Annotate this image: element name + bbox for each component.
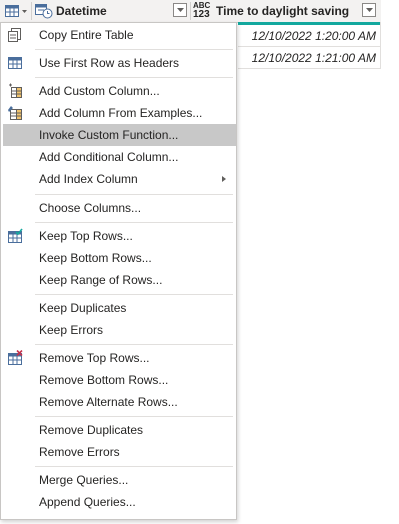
table-row[interactable]: 12/10/2022 1:21:00 AM	[238, 47, 381, 69]
menu-item-label: Add Index Column	[39, 172, 138, 186]
table-icon	[5, 5, 27, 17]
menu-item-merge-queries[interactable]: Merge Queries...	[3, 469, 236, 491]
menu-item-label: Merge Queries...	[39, 473, 129, 487]
menu-item-add-index-column[interactable]: Add Index Column	[3, 168, 236, 190]
menu-item-add-conditional-column[interactable]: Add Conditional Column...	[3, 146, 236, 168]
menu-separator	[35, 466, 233, 467]
table-cell[interactable]: 12/10/2022 1:20:00 AM	[252, 29, 376, 43]
column-name-time-to-daylight-saving[interactable]: Time to daylight saving	[216, 4, 349, 18]
menu-separator	[35, 49, 233, 50]
menu-item-label: Keep Duplicates	[39, 301, 127, 315]
keep-rows-icon	[8, 228, 23, 243]
menu-item-label: Keep Bottom Rows...	[39, 251, 152, 265]
menu-item-remove-bottom-rows[interactable]: Remove Bottom Rows...	[3, 369, 236, 391]
table-context-menu: Copy Entire Table Use First Row as Heade…	[0, 22, 237, 520]
menu-item-label: Keep Top Rows...	[39, 229, 133, 243]
copy-table-icon	[8, 28, 21, 42]
menu-item-label: Keep Errors	[39, 323, 104, 337]
menu-item-keep-errors[interactable]: Keep Errors	[3, 319, 236, 341]
menu-item-keep-top-rows[interactable]: Keep Top Rows...	[3, 225, 236, 247]
column-border	[380, 22, 381, 68]
column-separator	[31, 2, 32, 20]
menu-item-copy-entire-table[interactable]: Copy Entire Table	[3, 24, 236, 46]
table-cell[interactable]: 12/10/2022 1:21:00 AM	[252, 51, 376, 65]
menu-item-label: Keep Range of Rows...	[39, 273, 163, 287]
table-menu-button[interactable]	[4, 3, 30, 19]
menu-item-invoke-custom-function[interactable]: Invoke Custom Function...	[3, 124, 236, 146]
power-query-editor: Datetime ABC 123 Time to daylight saving…	[0, 0, 399, 524]
table-row[interactable]: 12/10/2022 1:20:00 AM	[238, 25, 381, 47]
menu-item-keep-range-of-rows[interactable]: Keep Range of Rows...	[3, 269, 236, 291]
menu-item-label: Invoke Custom Function...	[39, 128, 179, 142]
column-name-datetime[interactable]: Datetime	[56, 4, 107, 18]
any-type-icon[interactable]: ABC 123	[193, 2, 210, 20]
menu-item-remove-alternate-rows[interactable]: Remove Alternate Rows...	[3, 391, 236, 413]
menu-item-label: Use First Row as Headers	[39, 56, 180, 70]
chevron-down-icon	[177, 8, 184, 12]
menu-item-add-custom-column[interactable]: Add Custom Column...	[3, 80, 236, 102]
menu-item-label: Remove Alternate Rows...	[39, 395, 178, 409]
menu-item-label: Remove Top Rows...	[39, 351, 150, 365]
menu-separator	[35, 222, 233, 223]
menu-item-remove-duplicates[interactable]: Remove Duplicates	[3, 419, 236, 441]
menu-item-keep-bottom-rows[interactable]: Keep Bottom Rows...	[3, 247, 236, 269]
menu-separator	[35, 416, 233, 417]
menu-item-label: Append Queries...	[39, 495, 136, 509]
chevron-down-icon	[22, 10, 27, 13]
menu-item-remove-errors[interactable]: Remove Errors	[3, 441, 236, 463]
menu-separator	[35, 77, 233, 78]
datetime-filter-button[interactable]	[173, 3, 187, 17]
chevron-down-icon	[366, 8, 373, 12]
menu-separator	[35, 194, 233, 195]
menu-item-label: Add Column From Examples...	[39, 106, 203, 120]
remove-rows-icon	[8, 350, 23, 365]
menu-separator	[35, 344, 233, 345]
menu-item-add-column-from-examples[interactable]: Add Column From Examples...	[3, 102, 236, 124]
menu-item-label: Remove Duplicates	[39, 423, 144, 437]
menu-item-label: Choose Columns...	[39, 201, 142, 215]
chevron-right-icon	[222, 176, 226, 182]
menu-item-label: Add Custom Column...	[39, 84, 160, 98]
menu-item-label: Copy Entire Table	[39, 28, 134, 42]
menu-item-label: Remove Errors	[39, 445, 120, 459]
menu-item-keep-duplicates[interactable]: Keep Duplicates	[3, 297, 236, 319]
type-label-123: 123	[193, 9, 210, 20]
menu-item-use-first-row-as-headers[interactable]: Use First Row as Headers	[3, 52, 236, 74]
menu-item-label: Add Conditional Column...	[39, 150, 179, 164]
menu-separator	[35, 294, 233, 295]
menu-item-label: Remove Bottom Rows...	[39, 373, 169, 387]
column-separator	[190, 2, 191, 20]
time-to-daylight-saving-filter-button[interactable]	[362, 3, 376, 17]
datetime-type-icon[interactable]	[35, 3, 53, 22]
menu-item-remove-top-rows[interactable]: Remove Top Rows...	[3, 347, 236, 369]
menu-item-append-queries[interactable]: Append Queries...	[3, 491, 236, 513]
column-header-bar: Datetime ABC 123 Time to daylight saving	[0, 0, 381, 23]
menu-item-choose-columns[interactable]: Choose Columns...	[3, 197, 236, 219]
table-headers-icon	[8, 57, 22, 69]
custom-column-icon	[9, 83, 22, 98]
column-from-examples-icon	[8, 106, 22, 120]
